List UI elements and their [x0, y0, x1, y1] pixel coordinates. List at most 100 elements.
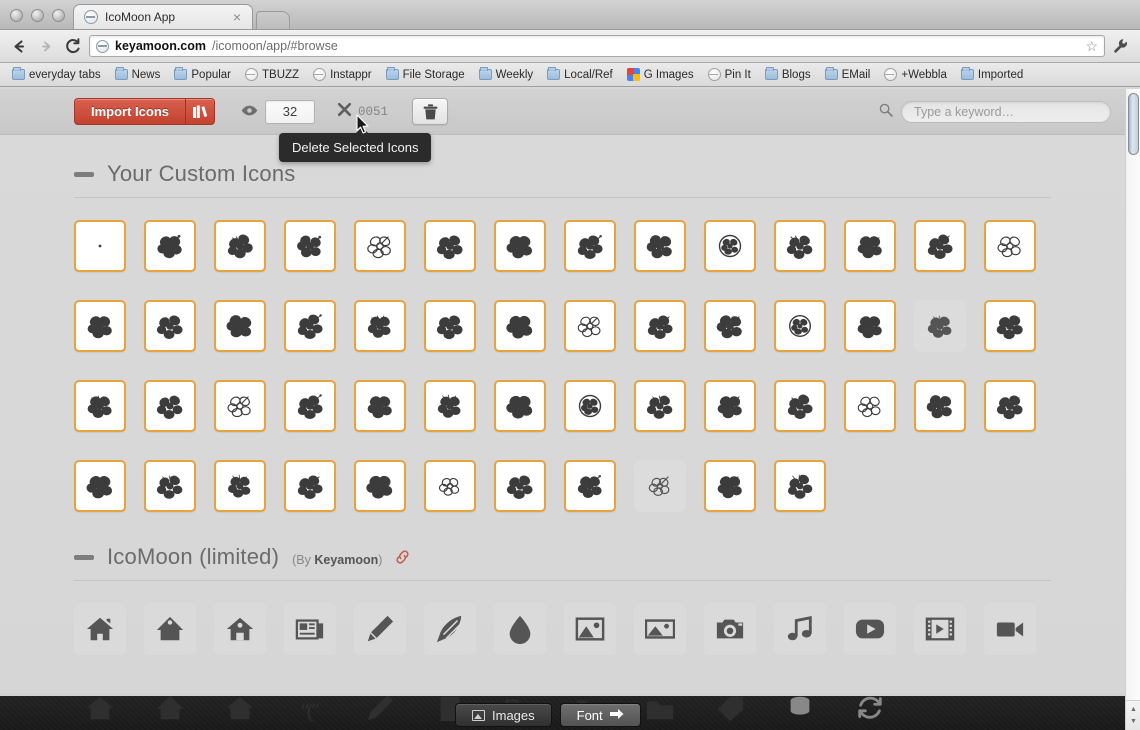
icon-cell-hibiscus[interactable] [354, 380, 406, 432]
icon-cell-hibiscus[interactable] [494, 220, 546, 272]
bookmark-item[interactable]: Instappr [307, 66, 378, 83]
icon-cell-hibiscus-outline[interactable] [984, 220, 1036, 272]
icon-cell-hibiscus[interactable] [494, 380, 546, 432]
icon-cell-hibiscus[interactable] [914, 220, 966, 272]
scrollbar-thumb[interactable] [1128, 93, 1139, 155]
icon-cell-hibiscus[interactable] [774, 460, 826, 512]
icon-cell-hibiscus-outline[interactable] [424, 460, 476, 512]
bookmark-item[interactable]: +Webbla [878, 66, 953, 83]
address-bar[interactable]: keyamoon.com/icomoon/app/#browse ☆ [89, 35, 1105, 57]
icon-cell-home[interactable] [74, 603, 126, 655]
zoom-window-button[interactable] [52, 9, 65, 22]
icon-cell-hibiscus-outline[interactable] [214, 380, 266, 432]
icon-cell-loop[interactable] [844, 696, 896, 730]
minimize-window-button[interactable] [31, 9, 44, 22]
bookmark-item[interactable]: Popular [168, 67, 237, 83]
tab-images[interactable]: Images [455, 703, 552, 727]
bookmark-item[interactable]: TBUZZ [239, 66, 305, 83]
icon-cell-hibiscus[interactable] [284, 300, 336, 352]
back-icon[interactable] [8, 35, 30, 57]
bookmark-item[interactable]: Pin It [702, 66, 757, 83]
visible-count-field[interactable]: 32 [265, 99, 316, 124]
close-window-button[interactable] [10, 9, 23, 22]
bookmark-item[interactable]: News [109, 67, 167, 83]
icon-cell-hibiscus[interactable] [74, 300, 126, 352]
icon-cell-hibiscus[interactable] [144, 460, 196, 512]
collapse-icon[interactable] [74, 554, 94, 560]
collapse-icon[interactable] [74, 171, 94, 177]
icon-cell-tag[interactable] [704, 696, 756, 730]
icon-cell-hibiscus[interactable] [144, 300, 196, 352]
icon-cell-hibiscus[interactable] [774, 380, 826, 432]
icon-cell-hibiscus[interactable] [564, 460, 616, 512]
bookmark-item[interactable]: G Images [621, 66, 700, 83]
icon-cell-camera[interactable] [704, 603, 756, 655]
icon-cell-pencil[interactable] [354, 603, 406, 655]
icon-cell-hibiscus[interactable] [774, 220, 826, 272]
icon-cell-hibiscus[interactable] [494, 460, 546, 512]
icon-cell-dot[interactable] [74, 220, 126, 272]
bookmark-item[interactable]: everyday tabs [6, 67, 107, 83]
icon-cell-droplet[interactable] [494, 603, 546, 655]
trash-icon[interactable] [412, 98, 449, 125]
scroll-down-icon[interactable]: ▼ [1130, 718, 1137, 725]
icon-cell-hibiscus[interactable] [424, 380, 476, 432]
icon-cell-hibiscus[interactable] [984, 300, 1036, 352]
bookmark-item[interactable]: File Storage [380, 67, 471, 83]
icon-cell-hibiscus[interactable] [74, 380, 126, 432]
icon-cell-hibiscus[interactable] [564, 220, 616, 272]
icon-cell-hibiscus-outline[interactable] [354, 220, 406, 272]
icon-cell-hibiscus[interactable] [74, 460, 126, 512]
icon-cell-hibiscus[interactable] [494, 300, 546, 352]
bookmark-item[interactable]: EMail [819, 67, 877, 83]
scrollbar-arrows[interactable]: ▲ ▼ [1126, 700, 1140, 730]
icon-cell-image[interactable] [564, 603, 616, 655]
icon-cell-hibiscus[interactable] [424, 300, 476, 352]
icon-cell-hibiscus-deselected[interactable] [914, 300, 966, 352]
icon-cell-play[interactable] [844, 603, 896, 655]
icon-cell-hibiscus-outline[interactable] [844, 380, 896, 432]
reload-icon[interactable] [62, 35, 84, 57]
icon-cell-hibiscus[interactable] [704, 300, 756, 352]
icon-cell-film[interactable] [914, 603, 966, 655]
icon-cell-quote[interactable]: (“” [284, 696, 336, 730]
new-tab-button[interactable] [256, 11, 290, 29]
icon-cell-hibiscus[interactable] [704, 460, 756, 512]
library-icon[interactable] [185, 98, 216, 125]
tab-font[interactable]: Font [559, 703, 641, 727]
bookmark-item[interactable]: Imported [955, 67, 1029, 83]
icon-cell-hibiscus[interactable] [634, 220, 686, 272]
close-icon[interactable]: × [230, 10, 244, 24]
icon-cell-hibiscus[interactable] [214, 300, 266, 352]
icon-cell-hibiscus[interactable] [144, 380, 196, 432]
icon-cell-image[interactable] [634, 603, 686, 655]
icon-cell-home[interactable] [144, 696, 196, 730]
icon-cell-hibiscus[interactable] [634, 300, 686, 352]
icon-cell-video-camera[interactable] [984, 603, 1036, 655]
bookmark-item[interactable]: Local/Ref [541, 67, 619, 83]
import-icons-button[interactable]: Import Icons [74, 98, 186, 125]
icon-cell-hibiscus[interactable] [844, 220, 896, 272]
icon-cell-database[interactable] [774, 696, 826, 730]
icon-cell-hibiscus[interactable] [984, 380, 1036, 432]
icon-cell-hibiscus-outline[interactable] [564, 300, 616, 352]
bookmark-item[interactable]: Blogs [759, 67, 817, 83]
icon-cell-quill[interactable] [424, 603, 476, 655]
icon-cell-hibiscus[interactable] [214, 460, 266, 512]
bookmark-item[interactable]: Weekly [473, 67, 540, 83]
bookmark-star-icon[interactable]: ☆ [1085, 38, 1098, 55]
icon-cell-hibiscus[interactable] [284, 380, 336, 432]
icon-cell-hibiscus-deselected[interactable] [634, 460, 686, 512]
icon-cell-hibiscus-ring[interactable] [564, 380, 616, 432]
icon-cell-music[interactable] [774, 603, 826, 655]
icon-cell-hibiscus[interactable] [354, 460, 406, 512]
icon-cell-home[interactable] [144, 603, 196, 655]
icon-cell-hibiscus[interactable] [634, 380, 686, 432]
icon-cell-folder[interactable] [634, 696, 686, 730]
browser-tab-icomoon[interactable]: IcoMoon App × [73, 4, 253, 29]
icon-cell-hibiscus[interactable] [354, 300, 406, 352]
icon-cell-hibiscus-ring[interactable] [774, 300, 826, 352]
search-input[interactable] [901, 100, 1111, 123]
wrench-icon[interactable] [1110, 35, 1132, 57]
icon-cell-hibiscus[interactable] [284, 220, 336, 272]
